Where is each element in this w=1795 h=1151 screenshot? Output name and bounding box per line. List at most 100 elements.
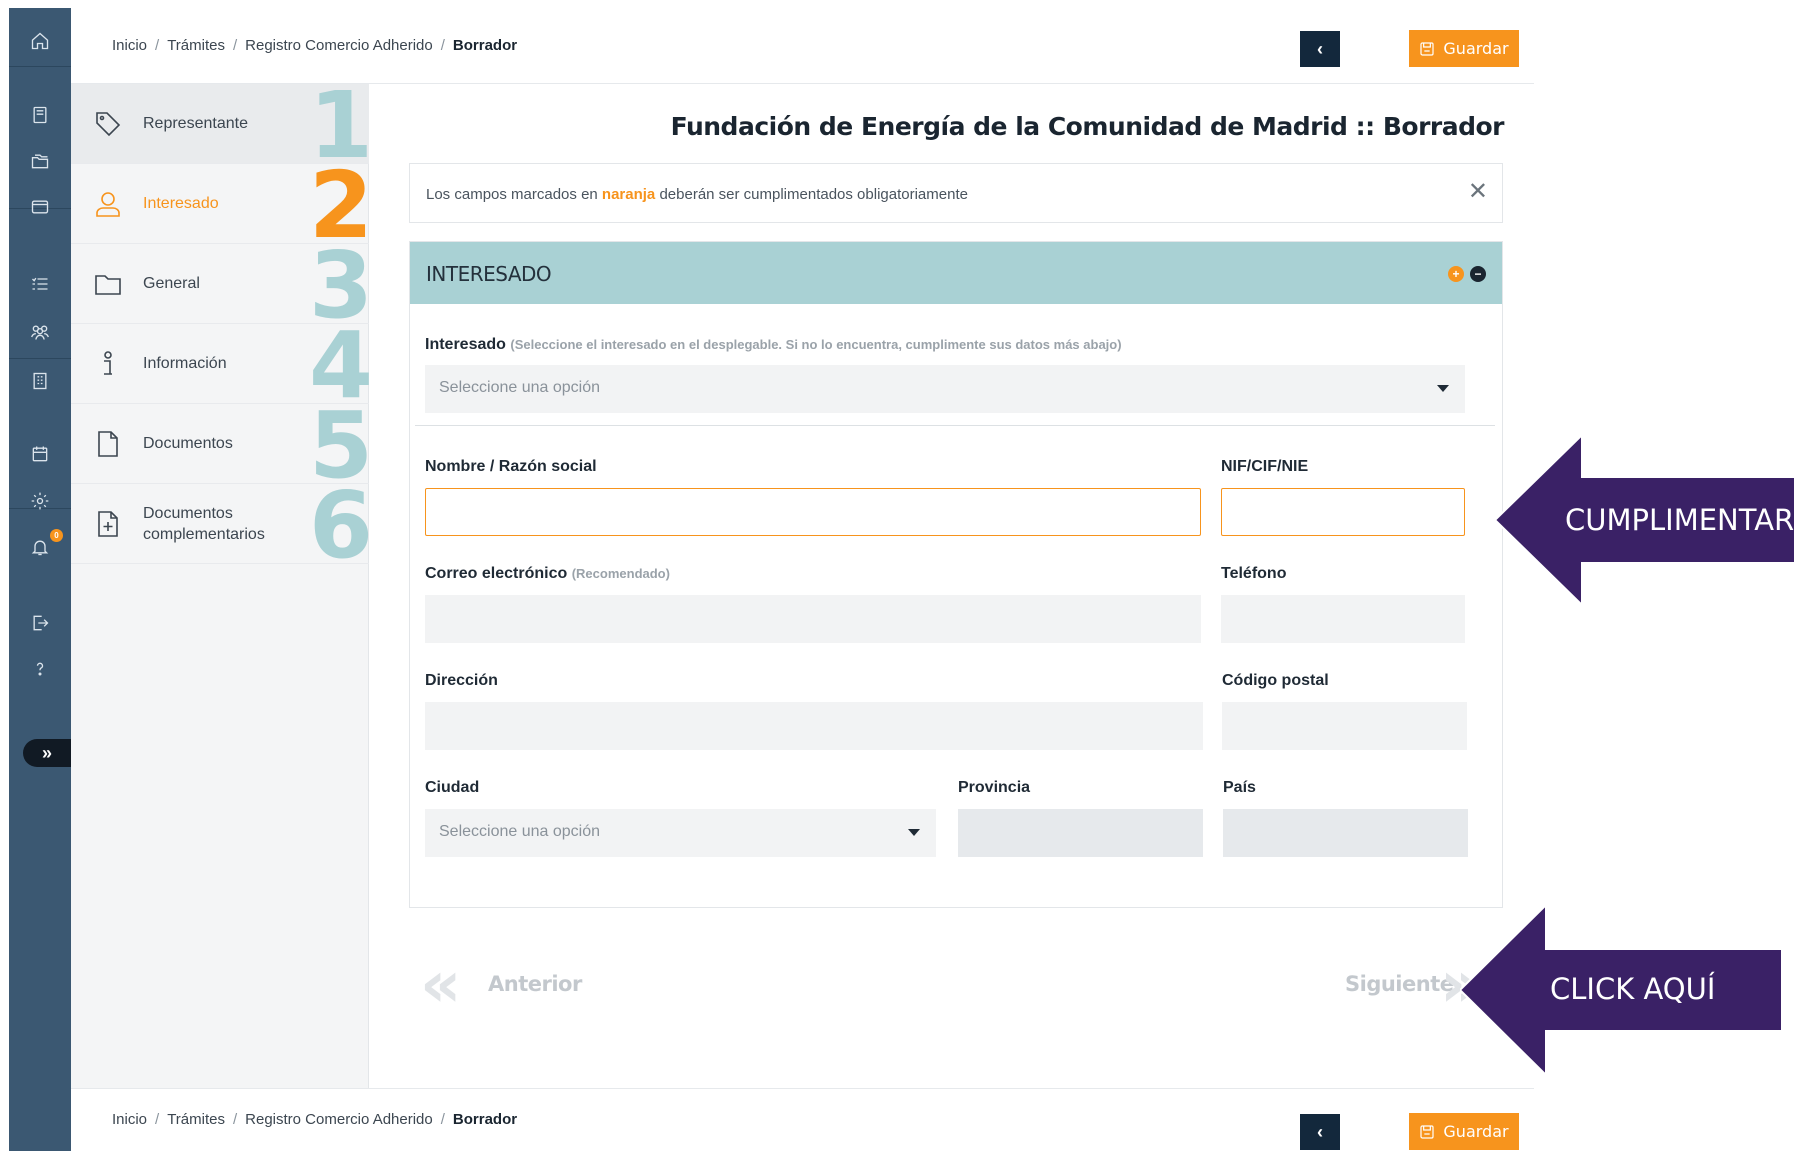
provincia-label: Provincia — [958, 779, 1031, 796]
interesado-label-text: Interesado — [425, 336, 506, 353]
breadcrumb-separator: / — [440, 37, 445, 54]
save-button-label: Guardar — [1443, 39, 1509, 58]
pais-label: País — [1223, 779, 1256, 796]
step-label: Documentos complementarios — [143, 504, 265, 543]
inbox-icon[interactable] — [28, 195, 52, 219]
cp-field[interactable] — [1222, 702, 1467, 750]
step-representante[interactable]: Representante 1 — [71, 84, 369, 164]
collapse-section-icon[interactable]: − — [1470, 266, 1486, 282]
telefono-label: Teléfono — [1221, 565, 1287, 582]
nif-field[interactable] — [1221, 488, 1465, 536]
step-label: Interesado — [143, 195, 219, 212]
breadcrumb-link-inicio[interactable]: Inicio — [112, 1111, 147, 1128]
expand-section-icon[interactable]: + — [1448, 266, 1464, 282]
interesado-select[interactable]: Seleccione una opción — [425, 365, 1465, 413]
correo-note: (Recomendado) — [571, 566, 670, 581]
ciudad-select[interactable]: Seleccione una opción — [425, 809, 936, 857]
previous-button[interactable]: Anterior — [488, 972, 582, 996]
page-title: Fundación de Energía de la Comunidad de … — [670, 112, 1505, 141]
next-button[interactable]: Siguiente — [1345, 972, 1454, 996]
nombre-field[interactable] — [425, 488, 1201, 536]
correo-field[interactable] — [425, 595, 1201, 643]
book-icon[interactable] — [28, 103, 52, 127]
notice-highlight: naranja — [601, 186, 656, 203]
click-here-callout-arrow: CLICK AQUÍ — [1460, 905, 1782, 1075]
notice-text-after: deberán ser cumplimentados obligatoriame… — [655, 186, 968, 203]
breadcrumb-link-tramites[interactable]: Trámites — [167, 37, 225, 54]
users-icon[interactable] — [28, 320, 52, 344]
step-documentos[interactable]: Documentos 5 — [71, 404, 369, 484]
breadcrumb-separator: / — [155, 37, 160, 54]
breadcrumb-current: Borrador — [452, 37, 518, 54]
user-icon — [93, 189, 123, 219]
form-divider — [415, 425, 1495, 426]
cp-label: Código postal — [1222, 672, 1329, 689]
nombre-label: Nombre / Razón social — [425, 458, 597, 475]
step-number: 4 — [308, 324, 369, 404]
chevron-down-icon — [1437, 385, 1449, 392]
breadcrumb-separator: / — [440, 1111, 445, 1128]
interesado-select-value: Seleccione una opción — [439, 379, 601, 396]
save-button[interactable]: Guardar — [1409, 30, 1519, 67]
bottom-bar: Inicio / Trámites / Registro Comercio Ad… — [71, 1088, 1534, 1151]
calendar-icon[interactable] — [28, 442, 52, 466]
step-label: Información — [143, 355, 227, 372]
breadcrumb: Inicio / Trámites / Registro Comercio Ad… — [112, 1111, 517, 1128]
gear-icon[interactable] — [28, 489, 52, 513]
back-button[interactable]: ‹ — [1300, 31, 1340, 67]
interesado-label: Interesado (Seleccione el interesado en … — [425, 336, 1122, 354]
app-screen: 0 » Inicio / Trámites / Registro Comerci… — [0, 0, 1795, 1151]
document-icon — [93, 429, 123, 459]
breadcrumb-link-registro[interactable]: Registro Comercio Adherido — [245, 1111, 433, 1128]
breadcrumb-separator: / — [155, 1111, 160, 1128]
bell-icon[interactable] — [28, 535, 52, 559]
logout-icon[interactable] — [28, 611, 52, 635]
document-plus-icon — [93, 509, 123, 539]
direccion-field[interactable] — [425, 702, 1203, 750]
checklist-icon[interactable] — [28, 272, 52, 296]
steps-sidebar: Representante 1 Interesado 2 General 3 I… — [71, 84, 369, 1088]
home-icon[interactable] — [28, 29, 52, 53]
step-informacion[interactable]: Información 4 — [71, 324, 369, 404]
fill-in-callout-arrow: CUMPLIMENTAR — [1495, 435, 1795, 605]
close-icon[interactable]: ✕ — [1468, 180, 1488, 204]
step-interesado[interactable]: Interesado 2 — [71, 164, 369, 244]
pais-field — [1223, 809, 1468, 857]
step-label: Representante — [143, 115, 248, 132]
step-documentos-complementarios[interactable]: Documentos complementarios 6 — [71, 484, 369, 564]
notification-badge: 0 — [50, 529, 63, 542]
ciudad-label: Ciudad — [425, 779, 480, 796]
step-label: General — [143, 275, 200, 292]
breadcrumb-link-registro[interactable]: Registro Comercio Adherido — [245, 37, 433, 54]
fill-in-callout-text: CUMPLIMENTAR — [1565, 503, 1795, 537]
icon-rail: 0 — [9, 8, 71, 1151]
direccion-label: Dirección — [425, 672, 498, 689]
breadcrumb-link-inicio[interactable]: Inicio — [112, 37, 147, 54]
breadcrumb-separator: / — [232, 1111, 238, 1128]
rail-divider — [9, 66, 71, 67]
correo-label-text: Correo electrónico — [425, 565, 568, 582]
breadcrumb-current: Borrador — [452, 1111, 518, 1128]
section-title: INTERESADO — [426, 262, 552, 286]
info-icon — [93, 349, 123, 379]
correo-label: Correo electrónico (Recomendado) — [425, 565, 670, 583]
step-number: 3 — [308, 244, 369, 324]
back-button[interactable]: ‹ — [1300, 1114, 1340, 1150]
step-number: 2 — [308, 164, 369, 244]
ciudad-select-value: Seleccione una opción — [439, 823, 601, 840]
telefono-field[interactable] — [1221, 595, 1465, 643]
step-general[interactable]: General 3 — [71, 244, 369, 324]
folder-icon — [93, 269, 123, 299]
step-number: 6 — [308, 484, 369, 564]
provincia-field — [958, 809, 1203, 857]
expand-sidebar-button[interactable]: » — [23, 739, 71, 767]
step-number: 5 — [308, 404, 369, 484]
save-button[interactable]: Guardar — [1409, 1113, 1519, 1150]
help-icon[interactable] — [28, 657, 52, 681]
breadcrumb-link-tramites[interactable]: Trámites — [167, 1111, 225, 1128]
tag-icon — [93, 109, 123, 139]
chevron-left-icon: « — [420, 948, 462, 1022]
save-icon — [1420, 1124, 1435, 1139]
building-icon[interactable] — [28, 369, 52, 393]
folders-icon[interactable] — [28, 149, 52, 173]
